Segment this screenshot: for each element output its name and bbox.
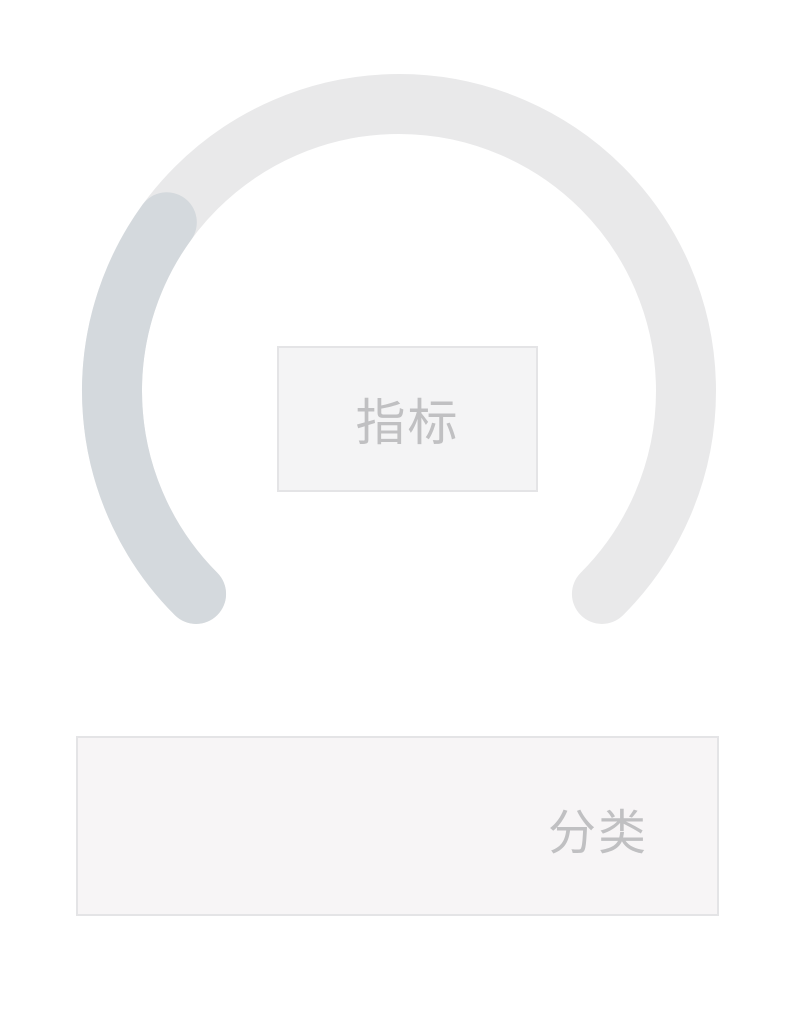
category-label: 分类 bbox=[548, 805, 649, 861]
metric-label: 指标 bbox=[355, 394, 460, 452]
gauge-chart-stage: 指标 分类 bbox=[0, 0, 798, 1020]
gauge-0-value-arc bbox=[82, 192, 227, 624]
metric-placeholder-box: 指标 bbox=[277, 346, 538, 492]
